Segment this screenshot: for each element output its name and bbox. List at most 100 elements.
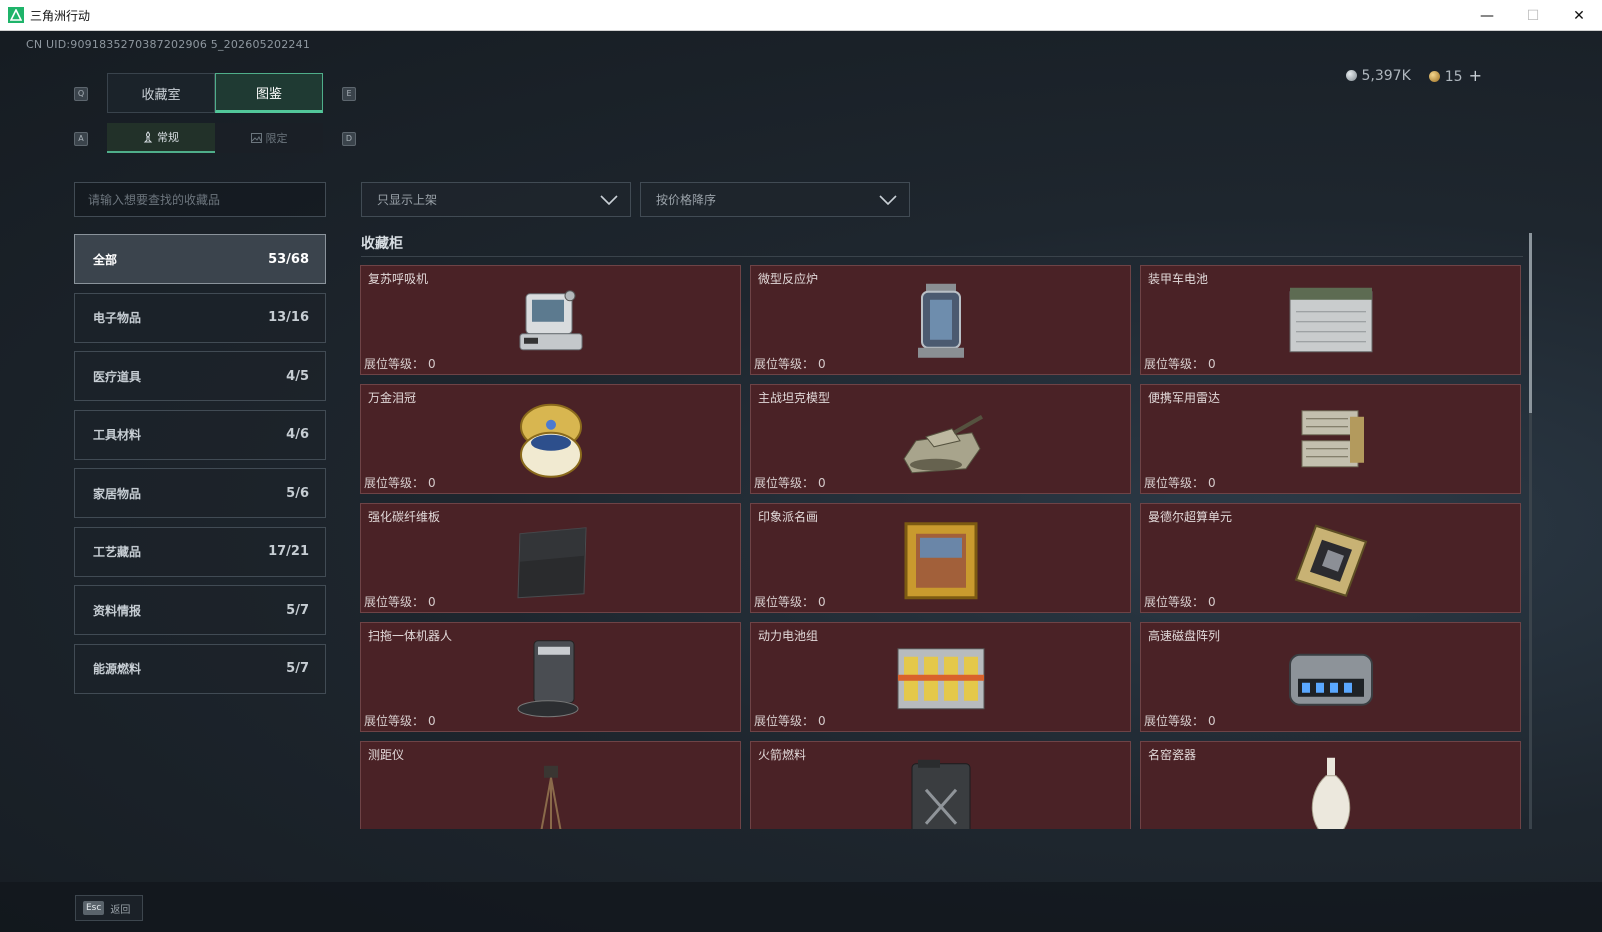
prev-tab-key-hint[interactable]: Q: [74, 87, 88, 101]
prev-subtab-key-hint[interactable]: A: [74, 132, 88, 146]
shelf-filter-value: 只显示上架: [377, 193, 438, 207]
item-level: 展位等级： 0: [1144, 476, 1216, 490]
item-name: 名窑瓷器: [1148, 748, 1197, 762]
tab-collection-room[interactable]: 收藏室: [107, 73, 215, 113]
item-name: 便携军用雷达: [1148, 391, 1221, 405]
category-count: 5/7: [286, 661, 309, 676]
main-tabs: 收藏室 图鉴: [107, 73, 323, 113]
chevron-down-icon: [879, 194, 897, 205]
collection-card[interactable]: 测距仪 展位等级：0: [360, 741, 741, 829]
battery-icon: [1289, 287, 1372, 353]
item-name: 强化碳纤维板: [368, 510, 441, 524]
item-level: 展位等级： 0: [364, 714, 436, 728]
shelf-filter-dropdown[interactable]: 只显示上架: [361, 182, 631, 217]
item-level: 展位等级： 0: [754, 476, 826, 490]
robot-vacuum-icon: [517, 640, 578, 718]
collection-card[interactable]: 复苏呼吸机 展位等级： 0: [360, 265, 741, 375]
jeweled-egg-icon: [519, 403, 582, 478]
collection-card[interactable]: 微型反应炉 展位等级： 0: [750, 265, 1131, 375]
collection-card[interactable]: 曼德尔超算单元 展位等级： 0: [1140, 503, 1521, 613]
collection-card[interactable]: 万金泪冠 展位等级： 0: [360, 384, 741, 494]
collection-grid-viewport: 复苏呼吸机 展位等级： 0 微型反应炉 展位等级： 0 装甲车电池 展位等级： 0 万…: [360, 265, 1523, 829]
battery-pack-icon: [897, 648, 984, 710]
item-level: 展位等级： 0: [1144, 595, 1216, 609]
maximize-button[interactable]: ☐: [1510, 0, 1556, 31]
esc-key-badge: Esc: [83, 901, 105, 915]
vase-icon: [1311, 757, 1350, 829]
tickets-value: 15: [1444, 69, 1463, 85]
item-name: 高速磁盘阵列: [1148, 629, 1221, 643]
category-count: 13/16: [268, 310, 309, 325]
subtab-limited[interactable]: 限定: [215, 123, 323, 153]
trophy-icon: [143, 131, 153, 143]
collection-card[interactable]: 装甲车电池 展位等级： 0: [1140, 265, 1521, 375]
category-medical[interactable]: 医疗道具 4/5: [74, 351, 326, 401]
next-subtab-key-hint[interactable]: D: [342, 132, 356, 146]
item-name: 曼德尔超算单元: [1148, 510, 1233, 524]
subtab-regular[interactable]: 常规: [107, 123, 215, 153]
collection-grid: 复苏呼吸机 展位等级： 0 微型反应炉 展位等级： 0 装甲车电池 展位等级： 0 万…: [360, 265, 1523, 829]
currency-bar: 5,397K 15 +: [1345, 66, 1482, 85]
close-button[interactable]: ✕: [1556, 0, 1602, 31]
collection-card[interactable]: 主战坦克模型 展位等级： 0: [750, 384, 1131, 494]
game-area: CN UID:9091835270387202906 5_20260520224…: [0, 31, 1602, 932]
collection-card[interactable]: 扫拖一体机器人 展位等级： 0: [360, 622, 741, 732]
category-label: 能源燃料: [93, 662, 142, 676]
scrollbar-thumb[interactable]: [1529, 233, 1532, 413]
item-level: 展位等级： 0: [364, 476, 436, 490]
category-energy[interactable]: 能源燃料 5/7: [74, 643, 326, 694]
back-label: 返回: [110, 904, 131, 916]
add-currency-button[interactable]: +: [1469, 66, 1482, 85]
uid-label: CN UID:9091835270387202906 5_20260520224…: [26, 38, 311, 51]
subtab-regular-label: 常规: [157, 131, 179, 144]
window-titlebar: 三角洲行动 — ☐ ✕: [0, 0, 1602, 31]
category-list: 全部 53/68 电子物品 13/16 医疗道具 4/5 工具材料 4/6 家居物品 5/…: [74, 234, 326, 702]
item-name: 复苏呼吸机: [368, 272, 429, 286]
next-tab-key-hint[interactable]: E: [342, 87, 356, 101]
category-all[interactable]: 全部 53/68: [74, 234, 326, 284]
category-label: 全部: [93, 252, 118, 267]
collection-card[interactable]: 名窑瓷器 展位等级：0: [1140, 741, 1521, 829]
window-title: 三角洲行动: [30, 8, 91, 23]
item-level: 展位等级： 0: [364, 595, 436, 609]
rangefinder-icon: [540, 765, 561, 829]
collection-card[interactable]: 强化碳纤维板 展位等级： 0: [360, 503, 741, 613]
item-name: 微型反应炉: [758, 272, 819, 286]
collection-card[interactable]: 动力电池组 展位等级： 0: [750, 622, 1131, 732]
coin-icon: [1345, 69, 1357, 81]
search-input[interactable]: 请输入想要查找的收藏品: [74, 182, 326, 217]
section-title: 收藏柜: [361, 236, 403, 252]
reactor-icon: [917, 283, 964, 358]
category-electronics[interactable]: 电子物品 13/16: [74, 292, 326, 343]
category-intel[interactable]: 资料情报 5/7: [74, 585, 326, 635]
ticket-icon: [1428, 71, 1440, 82]
category-label: 医疗道具: [93, 369, 142, 384]
sort-dropdown[interactable]: 按价格降序: [640, 182, 910, 217]
minimize-button[interactable]: —: [1464, 0, 1510, 31]
item-level: 展位等级： 0: [1144, 357, 1216, 371]
carbon-plate-icon: [516, 527, 587, 599]
collection-card[interactable]: 高速磁盘阵列 展位等级： 0: [1140, 622, 1521, 732]
item-level: 展位等级： 0: [754, 714, 826, 728]
category-label: 工具材料: [93, 428, 142, 442]
item-name: 装甲车电池: [1148, 272, 1209, 286]
image-icon: [250, 133, 262, 143]
back-button[interactable]: Esc 返回: [75, 895, 143, 921]
item-name: 测距仪: [368, 748, 405, 762]
tab-catalog[interactable]: 图鉴: [215, 73, 323, 113]
category-label: 工艺藏品: [93, 545, 142, 559]
category-household[interactable]: 家居物品 5/6: [74, 468, 326, 518]
sort-value: 按价格降序: [656, 193, 717, 207]
category-count: 5/6: [286, 485, 309, 501]
collection-card[interactable]: 便携军用雷达 展位等级： 0: [1140, 384, 1521, 494]
category-tools[interactable]: 工具材料 4/6: [74, 409, 326, 460]
radar-icon: [1301, 410, 1364, 468]
collection-card[interactable]: 印象派名画 展位等级： 0: [750, 503, 1131, 613]
delta-logo-icon: [8, 7, 24, 23]
chevron-down-icon: [600, 194, 618, 205]
tickets-display: 15 +: [1428, 66, 1482, 85]
category-label: 家居物品: [93, 486, 142, 501]
category-crafts[interactable]: 工艺藏品 17/21: [74, 526, 326, 577]
collection-card[interactable]: 火箭燃料 展位等级：0: [750, 741, 1131, 829]
respirator-icon: [519, 290, 582, 351]
